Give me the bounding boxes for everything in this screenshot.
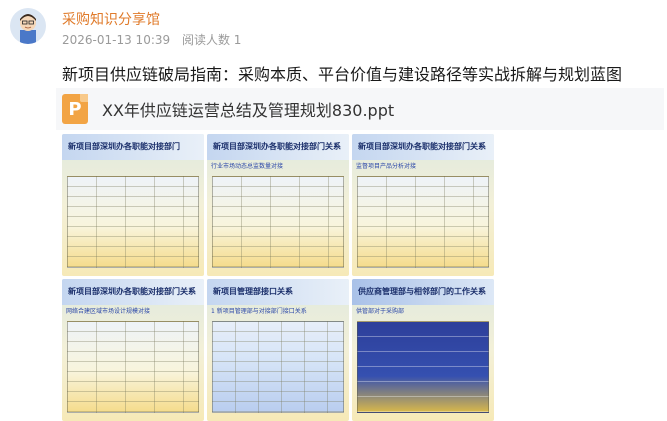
thumbnail-subheading: 行业市场动态总监数量对接 xyxy=(211,163,284,170)
image-grid: 新项目部深圳办各职能对接部门 新项目部深圳办各职能对接部门关系 行业市场动态总监… xyxy=(62,134,498,421)
thumbnail-image[interactable]: 新项目部深圳办各职能对接部门关系 网络合建区域市场设计规模对接 xyxy=(62,279,204,421)
ppt-icon-letter: P xyxy=(68,98,82,120)
thumbnail-image[interactable]: 新项目部深圳办各职能对接部门关系 行业市场动态总监数量对接 xyxy=(207,134,349,276)
thumbnail-table xyxy=(67,321,199,413)
attachment-card[interactable]: P XX年供应链运营总结及管理规划830.ppt xyxy=(56,88,664,130)
thumbnail-image[interactable]: 供应商管理部与相邻部门的工作关系 供管部对于采购部 xyxy=(352,279,494,421)
thumbnail-table xyxy=(212,176,344,268)
thumbnail-heading: 新项目部深圳办各职能对接部门关系 xyxy=(207,134,349,160)
ppt-file-icon: P xyxy=(62,94,88,124)
thumbnail-subheading: 网络合建区域市场设计规模对接 xyxy=(66,308,151,315)
thumbnail-subheading: 监督项目产品分析对接 xyxy=(356,163,417,170)
thumbnail-heading: 新项目管理部接口关系 xyxy=(207,279,349,305)
thumbnail-image[interactable]: 新项目部深圳办各职能对接部门 xyxy=(62,134,204,276)
thumbnail-table xyxy=(357,321,489,413)
read-count: 阅读人数 1 xyxy=(181,33,242,47)
thumbnail-heading: 新项目部深圳办各职能对接部门关系 xyxy=(352,134,494,160)
thumbnail-table xyxy=(212,321,344,413)
thumbnail-table xyxy=(357,176,489,268)
thumbnail-image[interactable]: 新项目部深圳办各职能对接部门关系 监督项目产品分析对接 xyxy=(352,134,494,276)
post-meta: 2026-01-13 10:39 阅读人数 1 xyxy=(62,31,241,48)
post-date: 2026-01-13 10:39 xyxy=(62,33,171,47)
author-name[interactable]: 采购知识分享馆 xyxy=(62,9,160,29)
thumbnail-subheading: 供管部对于采购部 xyxy=(356,308,405,315)
thumbnail-subheading: 1 新项目管理部与对接部门接口关系 xyxy=(211,308,307,315)
thumbnail-heading: 新项目部深圳办各职能对接部门 xyxy=(62,134,204,160)
thumbnail-image[interactable]: 新项目管理部接口关系 1 新项目管理部与对接部门接口关系 xyxy=(207,279,349,421)
thumbnail-heading: 新项目部深圳办各职能对接部门关系 xyxy=(62,279,204,305)
post-title: 新项目供应链破局指南：采购本质、平台价值与建设路径等实战拆解与规划蓝图 xyxy=(62,65,623,84)
attachment-file-name[interactable]: XX年供应链运营总结及管理规划830.ppt xyxy=(102,97,394,121)
thumbnail-heading: 供应商管理部与相邻部门的工作关系 xyxy=(352,279,494,305)
author-avatar[interactable] xyxy=(10,8,46,44)
thumbnail-table xyxy=(67,176,199,268)
